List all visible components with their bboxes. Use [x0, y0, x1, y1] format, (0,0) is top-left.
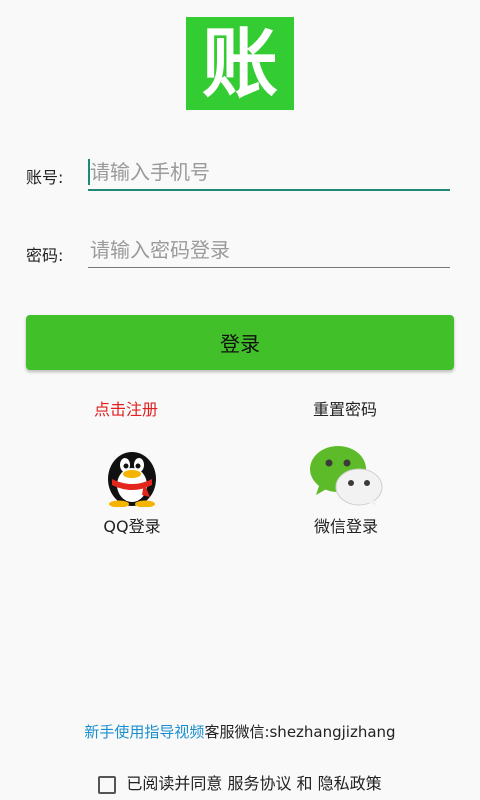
phone-input[interactable] — [88, 155, 450, 191]
account-label: 账号: — [26, 168, 64, 187]
password-input[interactable] — [88, 233, 450, 268]
wechat-login-label: 微信登录 — [313, 517, 378, 536]
agreement-row: 已阅读并同意 服务协议 和 隐私政策 — [0, 770, 480, 794]
qq-penguin-icon — [92, 445, 172, 508]
wechat-icon — [306, 445, 386, 507]
service-agreement-link[interactable]: 服务协议 — [227, 774, 291, 793]
register-link[interactable]: 点击注册 — [94, 396, 158, 420]
password-label: 密码: — [26, 246, 64, 265]
agreement-and: 和 — [296, 774, 313, 793]
agreement-prefix: 已阅读并同意 — [126, 774, 223, 793]
guide-video-link[interactable]: 新手使用指导视频 — [84, 723, 204, 741]
wechat-login-button[interactable]: 微信登录 — [286, 445, 406, 537]
app-logo: 账 — [186, 17, 294, 110]
privacy-policy-link[interactable]: 隐私政策 — [318, 774, 382, 793]
qq-login-label: QQ登录 — [103, 517, 161, 536]
login-button[interactable]: 登录 — [26, 315, 454, 370]
help-line: 新手使用指导视频客服微信:shezhangjizhang — [0, 721, 480, 742]
qq-login-button[interactable]: QQ登录 — [72, 445, 192, 537]
customer-service-text: 客服微信:shezhangjizhang — [204, 723, 396, 741]
agreement-checkbox[interactable] — [98, 776, 117, 794]
reset-password-link[interactable]: 重置密码 — [313, 396, 377, 420]
login-page: 账 账号: 密码: 登录 点击注册 重置密码 QQ登录 — [0, 0, 480, 800]
logo-character: 账 — [202, 19, 278, 108]
text-caret — [88, 159, 90, 185]
